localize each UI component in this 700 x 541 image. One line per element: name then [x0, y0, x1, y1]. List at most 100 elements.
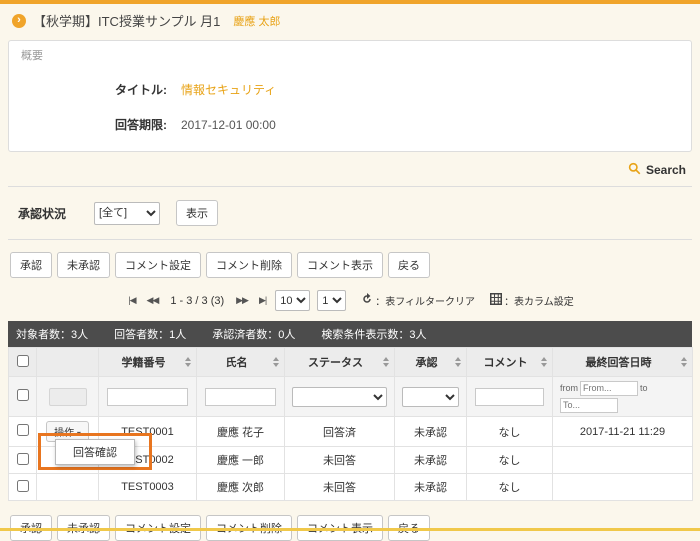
- cell-status: 未回答: [285, 447, 395, 474]
- user-name-link[interactable]: 慶應 太郎: [233, 13, 280, 29]
- table-grid-icon[interactable]: [490, 292, 502, 310]
- cell-comment: なし: [467, 447, 553, 474]
- chevron-icon: ›: [12, 14, 26, 28]
- status-filter-select[interactable]: [292, 387, 387, 407]
- operation-header-cell: [37, 348, 99, 377]
- refresh-icon[interactable]: [361, 292, 373, 310]
- student-id-filter-cell: [99, 377, 197, 417]
- operation-cell: [37, 474, 99, 501]
- date-to-input[interactable]: [560, 398, 618, 413]
- approval-filter-section: 承認状況 [全て] 表示: [8, 187, 692, 240]
- cell-last-answered: 2017-11-21 11:29: [553, 417, 693, 447]
- page-title: 【秋学期】ITC授業サンプル 月1: [33, 11, 220, 30]
- column-header-status[interactable]: ステータス: [285, 348, 395, 377]
- cell-comment: なし: [467, 417, 553, 447]
- column-header-student-id[interactable]: 学籍番号: [99, 348, 197, 377]
- title-field-row: タイトル: 情報セキュリティ: [21, 81, 679, 98]
- row-checkbox-cell: [9, 417, 37, 447]
- approval-filter-select[interactable]: [402, 387, 459, 407]
- name-filter-input[interactable]: [205, 388, 276, 406]
- row-checkbox[interactable]: [17, 424, 29, 436]
- next-page-button[interactable]: ▶▶: [234, 293, 250, 308]
- sort-icon: [185, 357, 191, 367]
- last-page-button[interactable]: ▶|: [257, 293, 268, 308]
- cell-name: 慶應 次郎: [197, 474, 285, 501]
- cell-status: 回答済: [285, 417, 395, 447]
- comment-filter-input[interactable]: [475, 388, 544, 406]
- select-all-checkbox[interactable]: [17, 355, 29, 367]
- filter-clear-legend: ：表フィルタークリア: [361, 292, 475, 310]
- date-filter-cell: from to: [553, 377, 693, 417]
- action-buttons-top: 承認 未承認 コメント設定 コメント削除 コメント表示 戻る: [8, 240, 692, 286]
- respondent-count: 回答者数：1人: [114, 326, 186, 342]
- overview-legend: 概要: [21, 47, 679, 63]
- sort-icon: [455, 357, 461, 367]
- search-toggle-button[interactable]: Search: [628, 162, 686, 178]
- operation-dropdown-menu: 回答確認: [55, 439, 135, 465]
- row-checkbox-cell: [9, 474, 37, 501]
- results-table: 学籍番号 氏名 ステータス 承認 コメント 最終回答日時: [8, 347, 693, 501]
- comment-header-label: コメント: [484, 357, 528, 369]
- sort-icon: [383, 357, 389, 367]
- deadline-field-row: 回答期限: 2017-12-01 00:00: [21, 116, 679, 133]
- deadline-label: 回答期限:: [21, 116, 181, 133]
- from-label: from: [560, 383, 578, 393]
- page-number-select[interactable]: 1: [317, 290, 346, 311]
- table-row: TEST0003 慶應 次郎 未回答 未承認 なし: [9, 474, 693, 501]
- page-header: › 【秋学期】ITC授業サンプル 月1 慶應 太郎: [0, 4, 700, 36]
- search-icon: [628, 162, 641, 178]
- last-answered-header-label: 最終回答日時: [586, 357, 652, 369]
- column-header-approval[interactable]: 承認: [395, 348, 467, 377]
- summary-bar: 対象者数：3人 回答者数：1人 承認済者数：0人 検索条件表示数：3人: [8, 321, 692, 347]
- comment-filter-cell: [467, 377, 553, 417]
- cell-name: 慶應 一郎: [197, 447, 285, 474]
- prev-page-button[interactable]: ◀◀: [145, 293, 161, 308]
- approve-button[interactable]: 承認: [10, 252, 52, 278]
- sort-icon: [541, 357, 547, 367]
- deadline-value: 2017-12-01 00:00: [181, 118, 276, 132]
- annotation-highlight: 回答確認: [38, 433, 152, 470]
- row-checkbox[interactable]: [17, 453, 29, 465]
- page-size-select[interactable]: 10: [275, 290, 310, 311]
- approval-status-select[interactable]: [全て]: [94, 202, 160, 225]
- operation-filter-placeholder: [49, 388, 87, 406]
- shown-count: 検索条件表示数：3人: [321, 326, 426, 342]
- action-buttons-bottom: 承認 未承認 コメント設定 コメント削除 コメント表示 戻る: [8, 501, 692, 541]
- status-filter-cell: [285, 377, 395, 417]
- filter-checkbox-cell: [9, 377, 37, 417]
- table-filter-row: from to: [9, 377, 693, 417]
- operation-filter-cell: [37, 377, 99, 417]
- title-value: 情報セキュリティ: [181, 81, 276, 98]
- show-button[interactable]: 表示: [176, 200, 218, 226]
- cell-status: 未回答: [285, 474, 395, 501]
- filter-clear-label: ：表フィルタークリア: [375, 293, 475, 308]
- back-button[interactable]: 戻る: [388, 252, 430, 278]
- comment-set-button[interactable]: コメント設定: [115, 252, 201, 278]
- name-header-label: 氏名: [226, 357, 248, 369]
- column-settings-label: ：表カラム設定: [504, 293, 574, 308]
- column-header-name[interactable]: 氏名: [197, 348, 285, 377]
- pager: |◀ ◀◀ 1 - 3 / 3 (3) ▶▶ ▶| 10 1 ：表フィルタークリ…: [8, 286, 692, 321]
- title-label: タイトル:: [21, 81, 181, 98]
- name-filter-cell: [197, 377, 285, 417]
- first-page-button[interactable]: |◀: [126, 293, 137, 308]
- page-range-text: 1 - 3 / 3 (3): [170, 295, 224, 307]
- comment-show-button[interactable]: コメント表示: [297, 252, 383, 278]
- sort-icon: [681, 357, 687, 367]
- date-from-input[interactable]: [580, 381, 638, 396]
- approval-header-label: 承認: [416, 357, 438, 369]
- column-header-last-answered[interactable]: 最終回答日時: [553, 348, 693, 377]
- filter-row-checkbox[interactable]: [17, 389, 29, 401]
- cell-last-answered: [553, 447, 693, 474]
- row-checkbox[interactable]: [17, 480, 29, 492]
- table-header-row: 学籍番号 氏名 ステータス 承認 コメント 最終回答日時: [9, 348, 693, 377]
- student-id-header-label: 学籍番号: [122, 357, 166, 369]
- cell-approval: 未承認: [395, 474, 467, 501]
- student-id-filter-input[interactable]: [107, 388, 188, 406]
- unapprove-button[interactable]: 未承認: [57, 252, 110, 278]
- overview-panel: 概要 タイトル: 情報セキュリティ 回答期限: 2017-12-01 00:00: [8, 40, 692, 152]
- to-label: to: [640, 383, 648, 393]
- column-header-comment[interactable]: コメント: [467, 348, 553, 377]
- comment-delete-button[interactable]: コメント削除: [206, 252, 292, 278]
- menu-item-answer-confirm[interactable]: 回答確認: [56, 440, 134, 464]
